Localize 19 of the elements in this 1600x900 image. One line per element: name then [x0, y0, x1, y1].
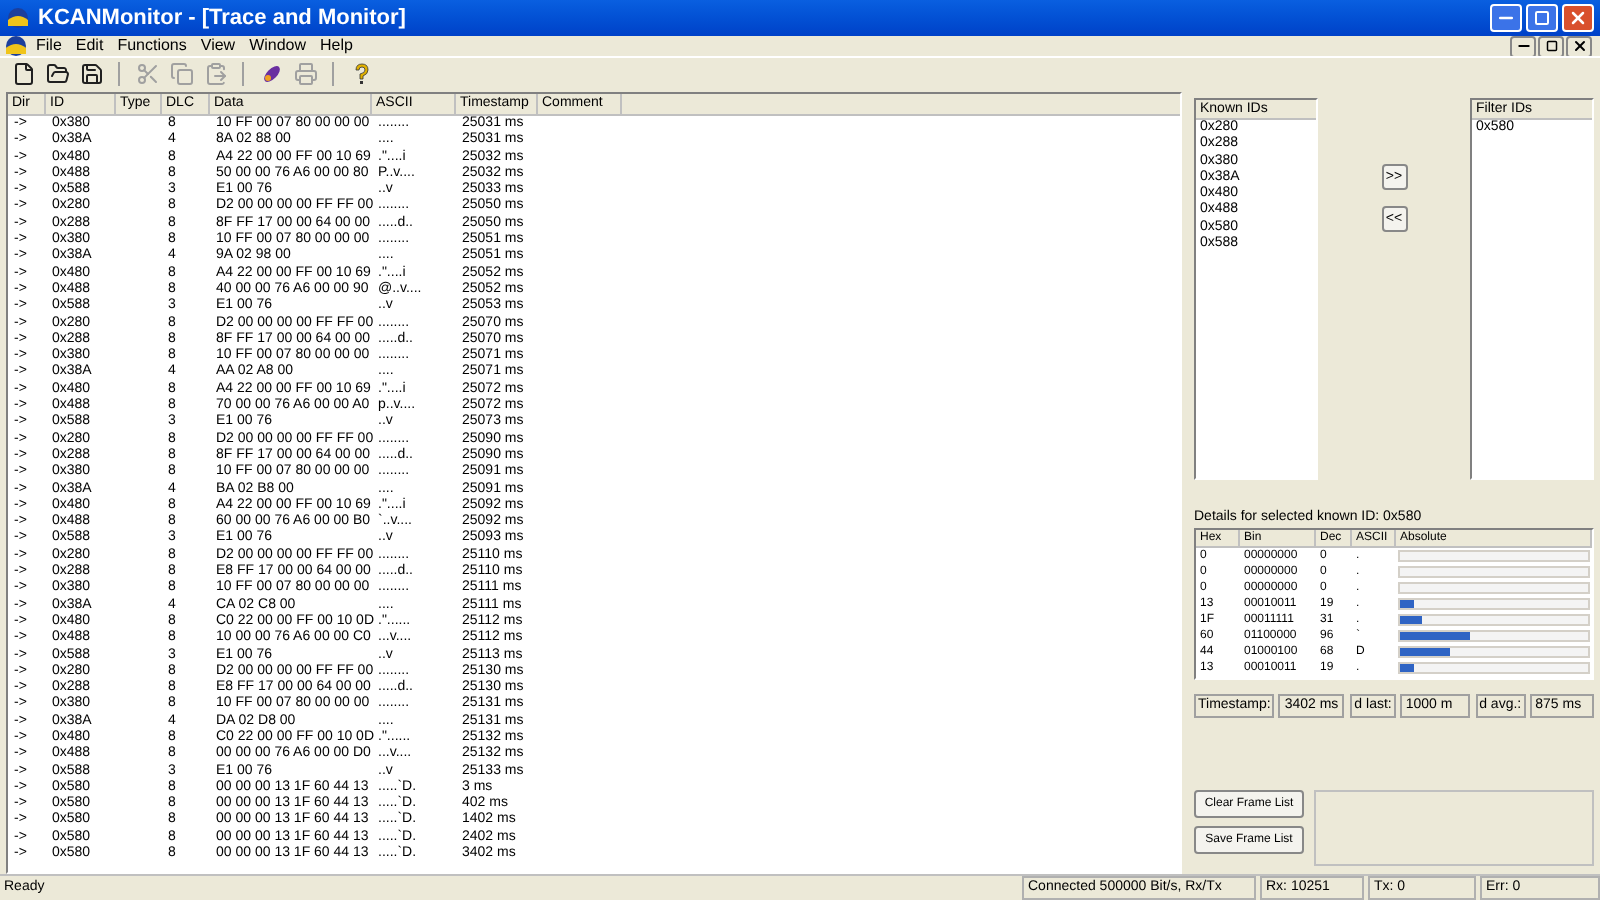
window-title: KCANMonitor - [Trace and Monitor]: [38, 3, 408, 34]
menu-item[interactable]: View: [194, 36, 242, 56]
new-file-icon[interactable]: [11, 61, 35, 85]
restore-icon: [1545, 40, 1557, 52]
close-icon: [1571, 38, 1587, 54]
help-icon[interactable]: [349, 61, 373, 85]
menu-item[interactable]: Window: [243, 36, 313, 56]
folder-icon[interactable]: [45, 61, 69, 85]
close-icon: [1568, 8, 1588, 28]
close-button[interactable]: [1566, 35, 1592, 57]
document-icon: [4, 34, 28, 58]
minimize-button[interactable]: [1510, 35, 1536, 57]
menu-item[interactable]: Functions: [111, 36, 193, 56]
app-icon: [6, 6, 30, 30]
restore-button[interactable]: [1538, 35, 1564, 57]
menu-item[interactable]: Help: [314, 36, 359, 56]
menu-item[interactable]: File: [30, 36, 68, 56]
save-icon[interactable]: [79, 61, 103, 85]
menu-item[interactable]: Edit: [69, 36, 110, 56]
